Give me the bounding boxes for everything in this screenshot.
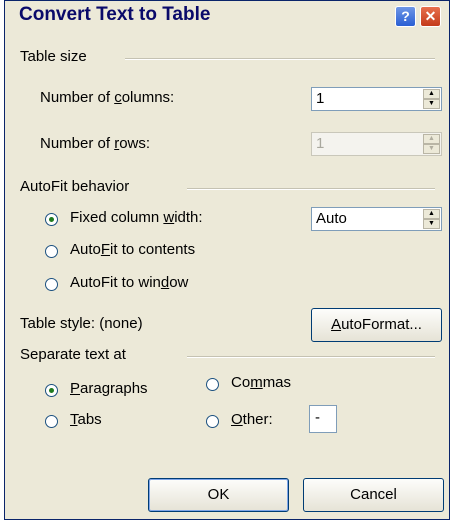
cancel-button[interactable]: Cancel (303, 478, 444, 512)
tabs-radio[interactable] (45, 415, 58, 428)
spin-down-icon[interactable]: ▼ (423, 219, 440, 229)
rows-value: 1 (316, 135, 325, 152)
title-bar[interactable]: Convert Text to Table ? ✕ (5, 1, 449, 31)
autofit-contents-label[interactable]: AutoFit to contents (70, 241, 195, 258)
close-button[interactable]: ✕ (420, 6, 441, 27)
close-icon: ✕ (424, 8, 437, 24)
columns-value[interactable]: 1 (316, 90, 324, 107)
autofit-divider (187, 188, 435, 190)
autoformat-button[interactable]: AutoFormat... (311, 308, 442, 342)
autofit-window-radio[interactable] (45, 278, 58, 291)
ok-button[interactable]: OK (148, 478, 289, 512)
separate-heading: Separate text at (20, 346, 126, 363)
fixed-width-radio[interactable] (45, 213, 58, 226)
help-icon: ? (401, 8, 410, 24)
spin-up-icon[interactable]: ▲ (423, 89, 440, 99)
paragraphs-radio[interactable] (45, 384, 58, 397)
column-width-value[interactable]: Auto (316, 210, 347, 227)
autofit-heading: AutoFit behavior (20, 178, 130, 195)
table-size-heading: Table size (20, 48, 87, 65)
rows-label: Number of rows: (40, 135, 151, 152)
paragraphs-label[interactable]: Paragraphs (70, 380, 148, 397)
columns-spinner[interactable]: 1 ▲ ▼ (311, 87, 442, 111)
column-width-spinner[interactable]: Auto ▲ ▼ (311, 207, 442, 231)
spin-up-icon: ▲ (423, 134, 440, 144)
rows-spinner: 1 ▲ ▼ (311, 132, 442, 156)
spin-down-icon[interactable]: ▼ (423, 99, 440, 109)
table-style-label: Table style: (none) (20, 315, 143, 332)
spin-down-icon: ▼ (423, 144, 440, 154)
dialog-title: Convert Text to Table (19, 4, 211, 25)
separate-divider (187, 356, 435, 358)
help-button[interactable]: ? (395, 6, 416, 27)
dialog-window: Convert Text to Table ? ✕ Table size Num… (4, 0, 450, 520)
other-radio[interactable] (206, 415, 219, 428)
other-label[interactable]: Other: (231, 411, 273, 428)
autofit-window-label[interactable]: AutoFit to window (70, 274, 188, 291)
autofit-contents-radio[interactable] (45, 245, 58, 258)
tabs-label[interactable]: Tabs (70, 411, 102, 428)
fixed-width-label[interactable]: Fixed column width: (70, 209, 203, 226)
commas-radio[interactable] (206, 378, 219, 391)
columns-label: Number of columns: (40, 89, 175, 106)
other-separator-input[interactable]: - (309, 405, 337, 433)
spin-up-icon[interactable]: ▲ (423, 209, 440, 219)
commas-label[interactable]: Commas (231, 374, 291, 391)
table-size-divider (125, 58, 435, 60)
